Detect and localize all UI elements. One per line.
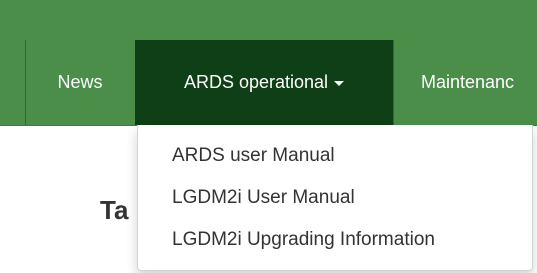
nav-item-ards-operational[interactable]: ARDS operational (135, 40, 393, 125)
dropdown-item-lgdm2i-upgrading-information[interactable]: LGDM2i Upgrading Information (172, 229, 435, 251)
nav-item-maintenance-label: Maintenanc (421, 72, 515, 92)
nav-item-maintenance[interactable]: Maintenanc (393, 40, 537, 125)
page-heading: Ta (100, 195, 129, 225)
nav-item-news[interactable]: News (25, 40, 135, 125)
ards-operational-dropdown-menu: ARDS user Manual LGDM2i User Manual LGDM… (137, 125, 533, 271)
main-navbar: News ARDS operational Maintenanc (0, 40, 537, 126)
nav-item-ards-operational-label: ARDS operational (183, 72, 329, 92)
nav-separator (393, 40, 394, 125)
top-header-strip (0, 0, 537, 40)
dropdown-item-ards-user-manual[interactable]: ARDS user Manual (172, 145, 335, 167)
caret-down-icon (334, 81, 345, 86)
nav-item-news-label: News (57, 72, 103, 92)
dropdown-item-lgdm2i-user-manual[interactable]: LGDM2i User Manual (172, 187, 355, 209)
